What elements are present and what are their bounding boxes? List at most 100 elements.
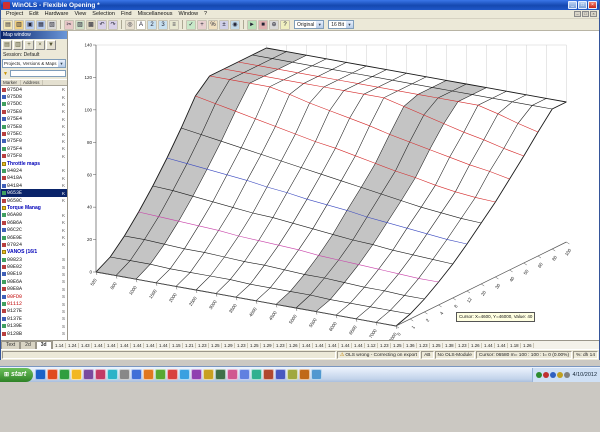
map-row[interactable]: 075F4 K <box>1 145 67 152</box>
value-cell[interactable]: 1.25 <box>430 342 443 348</box>
view-tab-text[interactable]: Text <box>1 341 21 349</box>
value-cell[interactable]: 1.23 <box>417 342 430 348</box>
menu-item-miscellaneous[interactable]: Miscellaneous <box>135 11 176 17</box>
map-row[interactable]: 00E6A S <box>1 278 67 285</box>
map-row[interactable]: 07024 K <box>1 241 67 248</box>
run-icon[interactable]: ► <box>247 19 257 30</box>
mdi-close-icon[interactable]: × <box>590 11 597 17</box>
map-row[interactable]: 075F0 K <box>1 138 67 145</box>
map-row[interactable]: 075DC K <box>1 101 67 108</box>
new-project-icon[interactable]: ▤ <box>3 19 13 30</box>
value-cell[interactable]: 1.44 <box>144 342 157 348</box>
copy-icon[interactable]: ▨ <box>75 19 85 30</box>
view-3d-icon[interactable]: 3 <box>158 19 168 30</box>
taskbar-app-icon-0[interactable] <box>35 369 47 380</box>
tray-icon-1[interactable] <box>542 371 549 378</box>
map-folder-row[interactable]: Torque Manag <box>1 204 67 211</box>
map-row[interactable]: 0653E K <box>1 189 67 197</box>
mdi-minimize-icon[interactable]: – <box>574 11 581 17</box>
taskbar-app-icon-14[interactable] <box>203 369 215 380</box>
view-tab-3d[interactable]: 3d <box>35 341 52 349</box>
menu-item-[interactable]: ? <box>201 11 210 17</box>
map-folder-row[interactable]: VANOS (16/1 <box>1 249 67 256</box>
taskbar-app-icon-7[interactable] <box>119 369 131 380</box>
value-cell[interactable]: 1.44 <box>495 342 508 348</box>
map-list-icon[interactable]: ≡ <box>169 19 179 30</box>
menu-item-view[interactable]: View <box>71 11 89 17</box>
map-row[interactable]: 0650C K <box>1 197 67 204</box>
value-cell[interactable]: 1.43 <box>79 342 92 348</box>
taskbar-app-icon-3[interactable] <box>71 369 83 380</box>
search-icon[interactable]: ◎ <box>125 19 135 30</box>
value-cell[interactable]: 1.44 <box>313 342 326 348</box>
taskbar-app-icon-16[interactable] <box>227 369 239 380</box>
value-cell[interactable]: 1.15 <box>170 342 183 348</box>
map-row[interactable]: 0139E S <box>1 323 67 330</box>
chevron-down-icon[interactable]: ▼ <box>58 60 65 67</box>
save-icon[interactable]: ▣ <box>25 19 35 30</box>
add-icon[interactable]: + <box>24 40 34 50</box>
menu-item-edit[interactable]: Edit <box>26 11 41 17</box>
print-icon[interactable]: ▧ <box>47 19 57 30</box>
menu-item-hardware[interactable]: Hardware <box>42 11 72 17</box>
tray-icon-0[interactable] <box>535 371 542 378</box>
map-3d-view[interactable]: 520 800 1000 1500 2000 2500 3000 3500 4000 4500 50… <box>68 31 599 340</box>
value-cell[interactable]: 1.36 <box>404 342 417 348</box>
toolbar-combo-0[interactable]: Original ▼ <box>294 20 325 29</box>
map-row[interactable]: 0418A K <box>1 175 67 182</box>
value-cell[interactable]: 1.12 <box>365 342 378 348</box>
menu-item-find[interactable]: Find <box>118 11 135 17</box>
taskbar-app-icon-5[interactable] <box>95 369 107 380</box>
value-cell[interactable]: 1.44 <box>157 342 170 348</box>
taskbar-app-icon-12[interactable] <box>179 369 191 380</box>
value-cell[interactable]: 1.23 <box>196 342 209 348</box>
value-cell[interactable]: 1.44 <box>118 342 131 348</box>
paste-icon[interactable]: ▩ <box>86 19 96 30</box>
taskbar-app-icon-8[interactable] <box>131 369 143 380</box>
filter-input[interactable] <box>10 70 66 77</box>
value-cell[interactable]: 1.23 <box>456 342 469 348</box>
value-cell[interactable]: 1.23 <box>274 342 287 348</box>
map-row[interactable]: 075D8 K <box>1 93 67 100</box>
taskbar-app-icon-10[interactable] <box>155 369 167 380</box>
toolbar-combo-1[interactable]: 16 Bit ▼ <box>328 20 355 29</box>
value-cell[interactable]: 1.44 <box>352 342 365 348</box>
value-cell[interactable]: 1.44 <box>300 342 313 348</box>
value-cell[interactable]: 1.25 <box>248 342 261 348</box>
taskbar-app-icon-23[interactable] <box>311 369 323 380</box>
value-cell[interactable]: 1.18 <box>508 342 521 348</box>
value-cell[interactable]: 1.44 <box>105 342 118 348</box>
taskbar-app-icon-17[interactable] <box>239 369 251 380</box>
map-row[interactable]: 06B6A K <box>1 219 67 226</box>
menu-item-project[interactable]: Project <box>3 11 26 17</box>
menu-item-selection[interactable]: Selection <box>89 11 118 17</box>
undo-icon[interactable]: ↶ <box>97 19 107 30</box>
add-map-icon[interactable]: + <box>197 19 207 30</box>
taskbar-app-icon-1[interactable] <box>47 369 59 380</box>
dropdown-icon[interactable]: ▼ <box>46 40 56 50</box>
map-row[interactable]: 075E4 K <box>1 116 67 123</box>
map-row[interactable]: 06A00 K <box>1 212 67 219</box>
value-cell[interactable]: 1.44 <box>326 342 339 348</box>
value-cell[interactable]: 1.26 <box>287 342 300 348</box>
map-row[interactable]: 00E8A S <box>1 286 67 293</box>
percent-icon[interactable]: % <box>208 19 218 30</box>
list-icon[interactable]: ▥ <box>13 40 23 50</box>
value-cell[interactable]: 1.38 <box>443 342 456 348</box>
map-row[interactable]: 06E9E K <box>1 234 67 241</box>
menu-item-window[interactable]: Window <box>175 11 201 17</box>
map-row[interactable]: 075EC K <box>1 130 67 137</box>
map-row[interactable]: 0128B S <box>1 330 67 337</box>
taskbar-app-icon-13[interactable] <box>191 369 203 380</box>
value-cell[interactable]: 1.26 <box>469 342 482 348</box>
column-address[interactable]: Address <box>21 80 43 85</box>
taskbar-app-icon-21[interactable] <box>287 369 299 380</box>
map-row[interactable]: 01112 S <box>1 300 67 307</box>
save-all-icon[interactable]: ▦ <box>36 19 46 30</box>
value-cell[interactable]: 1.26 <box>521 342 534 348</box>
taskbar-app-icon-9[interactable] <box>143 369 155 380</box>
mdi-restore-icon[interactable]: □ <box>582 11 589 17</box>
view-tab-2d[interactable]: 2d <box>20 341 36 349</box>
taskbar-app-icon-18[interactable] <box>251 369 263 380</box>
open-project-icon[interactable]: ▥ <box>14 19 24 30</box>
